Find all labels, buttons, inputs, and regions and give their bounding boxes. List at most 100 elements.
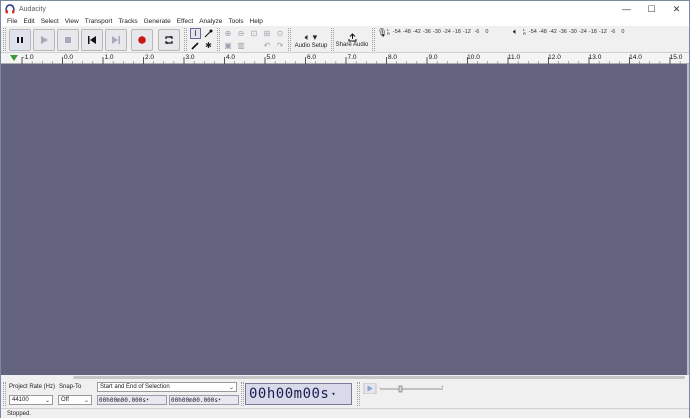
ruler-tick-label: 10.0 [467,54,480,61]
menu-transport[interactable]: Transport [82,18,116,25]
vertical-scrollbar[interactable] [687,64,689,376]
playback-meter-scale: -54 -48 -42 -36 -30 -24 -18 -12 -6 0 [528,29,628,35]
meter-tick: -42 [548,29,557,35]
snap-to-select[interactable]: Off ⌄ [58,395,92,405]
horizontal-scrollbar-thumb[interactable] [73,376,685,379]
playback-meter[interactable]: 🔈︎ L R -54 -48 -42 -36 -30 -24 -18 -12 -… [513,27,628,37]
skip-to-start-icon [88,36,96,44]
speed-slider-thumb [398,385,403,393]
toolbar-grip[interactable] [241,382,244,406]
project-rate-select[interactable]: 44100 ⌄ [9,395,53,405]
share-audio-button[interactable]: Share Audio [335,28,369,52]
toolbar-grip[interactable] [372,28,375,51]
loop-icon [165,35,173,45]
fit-selection-icon[interactable]: ⊡ [248,28,260,39]
status-text: Stopped. [7,410,32,417]
toolbar-grip[interactable] [3,28,6,51]
meter-tick: -42 [412,29,421,35]
toolbar-grip[interactable] [184,28,187,51]
snap-to-value: Off [61,397,69,403]
menu-tracks[interactable]: Tracks [115,18,140,25]
redo-icon[interactable]: ↷ [274,40,286,51]
menu-analyze[interactable]: Analyze [196,18,225,25]
record-meter[interactable]: 🎙︎ L R -54 -48 -42 -36 -30 -24 -18 -12 -… [377,27,492,37]
meter-tick: -12 [462,29,471,35]
ruler-tick-label: 12.0 [548,54,561,61]
stop-icon [65,37,71,43]
ruler-tick-label: 4.0 [225,54,236,61]
selection-end-time[interactable]: 00h00m00.000s ▾ [169,395,239,405]
undo-icon[interactable]: ↶ [261,40,273,51]
ruler-tick-label: 13.0 [588,54,602,61]
meter-tick: 0 [485,29,489,35]
audio-position-display[interactable]: 00h00m00s ▾ [245,383,352,405]
selection-start-time[interactable]: 00h00m00.000s ▾ [97,395,167,405]
meter-tick: -30 [432,29,441,35]
menu-bar: File Edit Select View Transport Tracks G… [1,17,689,26]
meter-tick: -54 [528,29,537,35]
skip-to-end-icon [112,36,120,44]
ruler-tick-label: 9.0 [428,54,438,61]
meter-tick: -48 [402,29,411,35]
audacity-logo-icon [5,4,15,14]
toolbar-grip[interactable] [357,382,360,406]
menu-help[interactable]: Help [247,18,266,25]
play-at-speed[interactable]: - + [363,383,449,394]
play-icon [41,36,48,44]
ruler-tick-label: 1.0 [104,54,114,61]
menu-file[interactable]: File [4,18,20,25]
playback-channel-r: R [523,31,526,36]
timeline-ruler[interactable]: -1.0 0.0 1.0 2.0 3.0 4.0 5.0 6.0 7.0 8.0 9.0 10.0 11… [1,53,689,64]
menu-edit[interactable]: Edit [20,18,37,25]
upload-icon [348,32,356,41]
track-area[interactable] [1,64,689,376]
menu-tools[interactable]: Tools [225,18,246,25]
envelope-tool-icon[interactable] [203,28,214,39]
record-channel-r: R [387,31,390,36]
menu-effect[interactable]: Effect [174,18,197,25]
minimize-button[interactable]: — [614,1,639,17]
menu-view[interactable]: View [62,18,82,25]
audio-setup-button[interactable]: 🔈︎ ▾ Audio Setup [293,28,329,52]
toolbar-grip[interactable] [217,28,220,51]
selection-mode-select[interactable]: Start and End of Selection ⌄ [97,382,237,392]
record-meter-scale: -54 -48 -42 -36 -30 -24 -18 -12 -6 0 [392,29,492,35]
fit-project-icon[interactable]: ⊞ [261,28,273,39]
play-button[interactable] [33,29,55,51]
selection-tool-icon[interactable]: I [190,28,201,39]
toolbar-grip[interactable] [288,28,291,51]
meter-tick: -18 [452,29,461,35]
maximize-button[interactable]: ☐ [639,1,664,17]
project-rate-value: 44100 [12,397,29,403]
svg-text:+: + [441,384,444,389]
title-bar: Audacity — ☐ ✕ [1,1,689,17]
record-button[interactable] [131,29,153,51]
trim-icon[interactable]: ▣ [222,40,234,51]
close-button[interactable]: ✕ [664,1,689,17]
menu-select[interactable]: Select [38,18,62,25]
chevron-down-icon: ⌄ [83,398,89,404]
ruler-tick-label: 7.0 [347,54,357,61]
toolbar-grip[interactable] [3,382,6,406]
ruler-tick-label: 14.0 [629,54,642,61]
zoom-in-icon[interactable]: ⊕ [222,28,234,39]
silence-icon[interactable]: ▥ [235,40,247,51]
toolbar-grip[interactable] [331,28,334,51]
window-title: Audacity [19,5,46,13]
stop-button[interactable] [57,29,79,51]
menu-generate[interactable]: Generate [141,18,174,25]
loop-button[interactable] [158,29,180,51]
record-icon [138,36,146,44]
chevron-down-icon: ⌄ [228,385,234,391]
skip-to-end-button[interactable] [105,29,127,51]
pause-button[interactable] [9,29,31,51]
multi-tool-icon[interactable]: ✱ [203,40,214,51]
draw-tool-icon[interactable] [190,40,201,51]
audacity-window: Audacity — ☐ ✕ File Edit Select View Tra… [0,0,690,418]
skip-to-start-button[interactable] [81,29,103,51]
play-head-triangle-icon [10,55,18,61]
zoom-out-icon[interactable]: ⊖ [235,28,247,39]
zoom-toggle-icon[interactable]: ⊙ [274,28,286,39]
share-audio-label: Share Audio [335,41,369,48]
ruler-tick-label: 5.0 [266,54,276,61]
